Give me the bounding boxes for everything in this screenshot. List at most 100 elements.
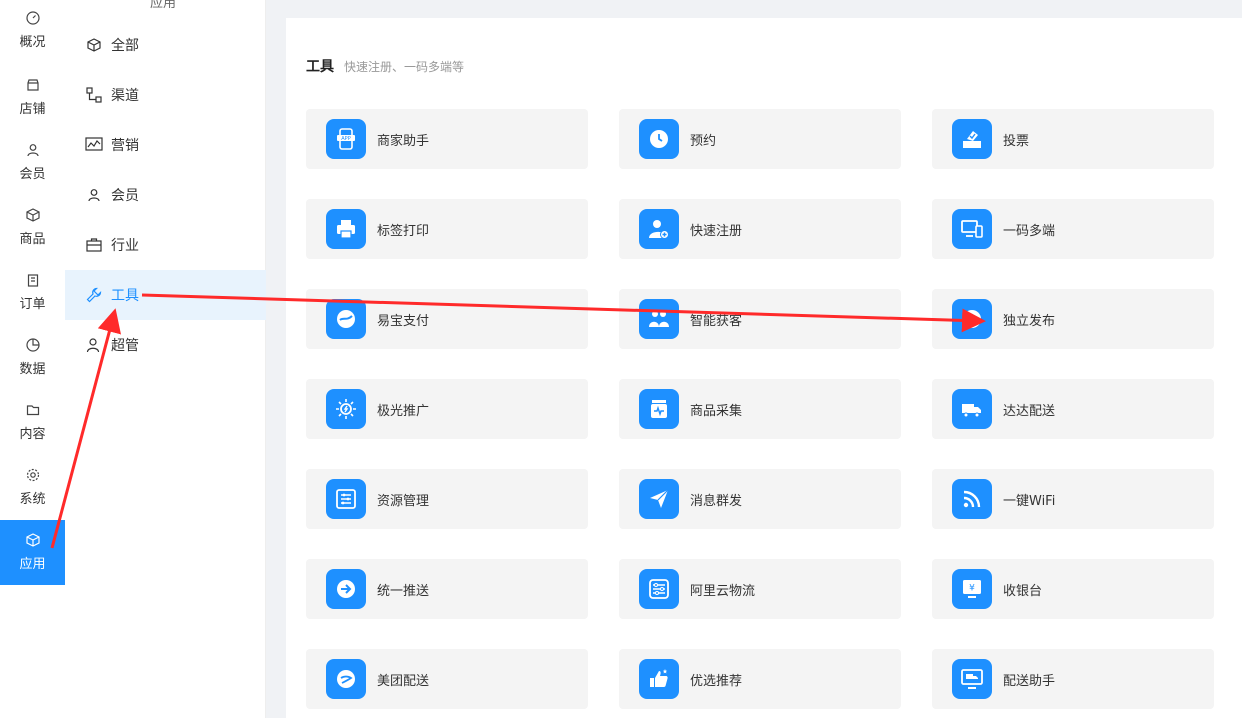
app-card-label: 快速注册: [690, 223, 743, 239]
app-card-vote[interactable]: 投票: [932, 109, 1214, 169]
app-card-jiguang-promo[interactable]: 极光推广: [306, 379, 588, 439]
rail-item-label: 数据: [19, 362, 46, 377]
sub-item-label: 超管: [111, 338, 139, 354]
primary-nav: 概况 店铺 会员 商品 订单 数据 内容 系统 应用: [0, 0, 65, 718]
cashier-icon: ¥: [952, 569, 992, 609]
app-card-label: 收银台: [1003, 583, 1043, 599]
store-icon: [26, 78, 40, 92]
sliders-icon: [326, 479, 366, 519]
sub-item-label: 渠道: [111, 88, 139, 104]
app-card-label: 资源管理: [377, 493, 430, 509]
app-card-label: 配送助手: [1003, 673, 1056, 689]
app-card-merchant-assistant[interactable]: APP 商家助手: [306, 109, 588, 169]
app-card-label: 标签打印: [377, 223, 430, 239]
app-card-multi-platform[interactable]: 一码多端: [932, 199, 1214, 259]
rail-item-label: 应用: [19, 557, 46, 572]
sub-item-admin[interactable]: 超管: [65, 320, 266, 370]
rail-item-label: 概况: [19, 34, 46, 50]
app-card-label: 独立发布: [1003, 313, 1056, 329]
delivery-icon: [326, 659, 366, 699]
rail-item-apps[interactable]: 应用: [0, 520, 65, 585]
clock-icon: [639, 119, 679, 159]
app-card-smart-acquire[interactable]: 智能获客: [619, 289, 901, 349]
rail-item-label: 系统: [19, 492, 46, 507]
rail-item-data[interactable]: 数据: [0, 325, 65, 390]
sub-item-industry[interactable]: 行业: [65, 220, 266, 270]
app-card-label: 投票: [1003, 133, 1030, 149]
app-card-label: 美团配送: [377, 673, 430, 689]
sun-icon: [326, 389, 366, 429]
cube-icon: [25, 533, 40, 547]
app-card-label: 一键WiFi: [1003, 493, 1056, 509]
app-card-cashier[interactable]: ¥ 收银台: [932, 559, 1214, 619]
app-card-label: 极光推广: [377, 403, 430, 419]
truck-icon: [952, 389, 992, 429]
app-card-dada-delivery[interactable]: 达达配送: [932, 379, 1214, 439]
rail-item-orders[interactable]: 订单: [0, 260, 65, 325]
app-card-booking[interactable]: 预约: [619, 109, 901, 169]
devices-icon: [952, 209, 992, 249]
sub-item-tools[interactable]: 工具: [65, 270, 266, 320]
section-title: 工具: [306, 59, 334, 75]
sub-item-label: 行业: [111, 238, 139, 254]
app-card-label: 阿里云物流: [690, 583, 756, 599]
app-card-label: 商品采集: [690, 403, 743, 419]
app-card-goods-collect[interactable]: 商品采集: [619, 379, 901, 439]
app-card-label: 消息群发: [690, 493, 743, 509]
tools-panel: 工具 快速注册、一码多端等 APP 商家助手 预约 投票 标签打印 快速注册 一…: [286, 18, 1242, 718]
thumbs-up-icon: [639, 659, 679, 699]
sub-item-label: 工具: [111, 288, 139, 304]
sub-item-marketing[interactable]: 营销: [65, 120, 266, 170]
app-card-label: 商家助手: [377, 133, 430, 149]
ballot-icon: [952, 119, 992, 159]
rail-item-label: 订单: [19, 297, 46, 312]
app-card-resource-manage[interactable]: 资源管理: [306, 469, 588, 529]
app-card-delivery-assistant[interactable]: 配送助手: [932, 649, 1214, 709]
sub-item-channel[interactable]: 渠道: [65, 70, 266, 120]
app-card-quick-register[interactable]: 快速注册: [619, 199, 901, 259]
rail-item-content[interactable]: 内容: [0, 390, 65, 455]
app-card-aliyun-logistics[interactable]: 阿里云物流: [619, 559, 901, 619]
people-icon: [639, 299, 679, 339]
rail-item-goods[interactable]: 商品: [0, 195, 65, 260]
app-card-recommend[interactable]: 优选推荐: [619, 649, 901, 709]
sub-item-member[interactable]: 会员: [65, 170, 266, 220]
dashboard-icon: [25, 10, 40, 25]
rail-item-member[interactable]: 会员: [0, 130, 65, 195]
rail-item-label: 店铺: [19, 102, 46, 117]
app-card-label: 统一推送: [377, 583, 430, 599]
app-card-label: 易宝支付: [377, 313, 430, 329]
printer-icon: [326, 209, 366, 249]
app-card-meituan-delivery[interactable]: 美团配送: [306, 649, 588, 709]
logistics-icon: [639, 569, 679, 609]
pie-icon: [25, 338, 40, 352]
app-card-unified-push[interactable]: 统一推送: [306, 559, 588, 619]
rail-item-store[interactable]: 店铺: [0, 65, 65, 130]
submenu-title: 应用: [150, 0, 177, 11]
sub-item-label: 营销: [111, 138, 139, 154]
wifi-icon: [952, 479, 992, 519]
rail-item-overview[interactable]: 概况: [0, 0, 65, 60]
channel-icon: [85, 86, 103, 104]
app-card-mass-message[interactable]: 消息群发: [619, 469, 901, 529]
send-icon: [639, 479, 679, 519]
app-card-label: 智能获客: [690, 313, 743, 329]
wrench-icon: [85, 286, 103, 304]
add-user-icon: [639, 209, 679, 249]
collect-icon: [639, 389, 679, 429]
marketing-icon: [85, 136, 103, 154]
app-card-wifi[interactable]: 一键WiFi: [932, 469, 1214, 529]
secondary-nav: 应用 全部 渠道 营销 会员 行业 工具 超管: [65, 0, 266, 718]
rail-item-system[interactable]: 系统: [0, 455, 65, 520]
section-subtitle: 快速注册、一码多端等: [344, 60, 465, 74]
app-card-yeepay[interactable]: 易宝支付: [306, 289, 588, 349]
app-card-label-print[interactable]: 标签打印: [306, 199, 588, 259]
app-card-label: 预约: [690, 133, 717, 149]
user-icon: [26, 143, 40, 157]
box-icon: [25, 208, 40, 222]
svg-text:APP: APP: [341, 136, 350, 142]
sub-item-all[interactable]: 全部: [65, 20, 266, 70]
section-header: 工具 快速注册、一码多端等: [306, 56, 464, 76]
pay-icon: [326, 299, 366, 339]
app-card-standalone-release[interactable]: 独立发布: [932, 289, 1214, 349]
